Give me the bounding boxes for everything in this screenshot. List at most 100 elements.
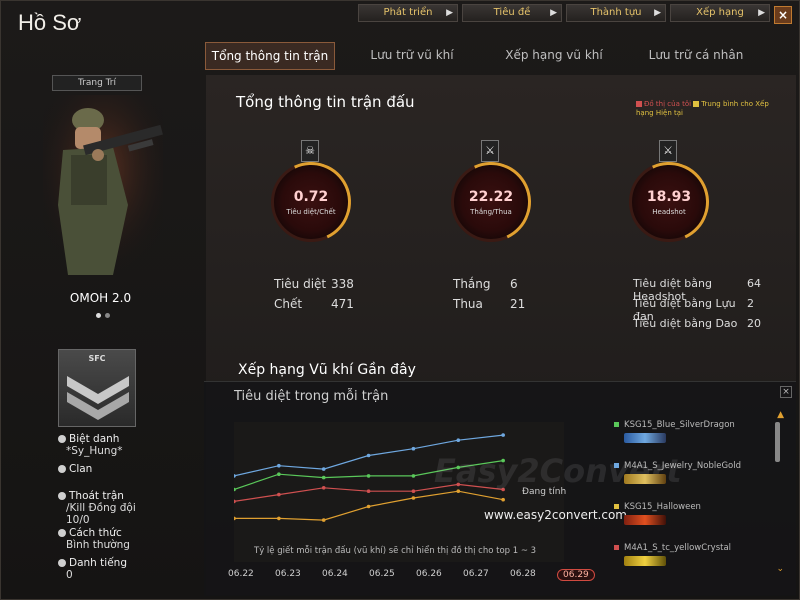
fame-block: Danh tiếng 0 — [58, 557, 127, 581]
crossed-swords-icon: ⚔ — [481, 140, 499, 162]
data-point — [321, 475, 326, 480]
headshot-value: 18.93 — [646, 189, 692, 205]
method-value: Bình thường — [66, 539, 130, 551]
series-swatch — [614, 504, 619, 509]
chart-title: Tiêu diệt trong mỗi trận — [234, 389, 389, 404]
data-point — [277, 492, 281, 497]
series-swatch — [614, 463, 619, 468]
grenade-kills-value: 2 — [747, 297, 754, 310]
wins-label: Thắng — [453, 277, 491, 291]
x-tick-label[interactable]: 06.25 — [369, 569, 395, 579]
data-point — [366, 504, 371, 509]
knife-kills-value: 20 — [747, 317, 761, 330]
legend: Đồ thị của tôi Trung bình cho Xếp hạng H… — [636, 100, 786, 118]
tab-personal-archive[interactable]: Lưu trữ cá nhân — [631, 42, 761, 70]
data-point — [411, 489, 416, 493]
weapon-ranking-title: Xếp hạng Vũ khí Gần đây — [238, 362, 416, 378]
close-button[interactable]: × — [774, 6, 792, 24]
top-button-ranking[interactable]: Xếp hạng ▶ — [670, 4, 770, 22]
tab-match-overview[interactable]: Tổng thông tin trận đấu — [205, 42, 335, 89]
data-point — [411, 474, 416, 478]
top-button-development[interactable]: Phát triển ▶ — [358, 4, 458, 22]
data-point — [321, 518, 326, 522]
panel-close-button[interactable]: × — [780, 386, 792, 398]
top-button-title[interactable]: Tiêu đề ▶ — [462, 4, 562, 22]
headshot-kills-label: Tiêu diệt bằng Headshot — [633, 277, 712, 303]
legend-avg-swatch — [693, 101, 700, 107]
x-tick-label[interactable]: 06.27 — [463, 569, 489, 579]
data-point — [411, 496, 416, 500]
legend-mine-swatch — [636, 101, 642, 107]
data-point — [234, 499, 236, 504]
clan-icon — [58, 465, 66, 473]
arrow-right-icon: ▶ — [654, 8, 661, 18]
win-loss-value: 22.22 — [468, 189, 514, 205]
weapon-item[interactable]: M4A1_S_Jewelry_NobleGold — [614, 461, 764, 502]
top-button-label: Phát triển — [383, 7, 433, 18]
escape-sub-label: /Kill Đồng đội — [66, 502, 136, 514]
top-nav: Phát triển ▶ Tiêu đề ▶ Thành tựu ▶ Xếp hạng… — [358, 4, 770, 22]
rank-badge: SFC — [58, 349, 136, 427]
headshot-kills-value: 64 — [747, 277, 761, 290]
x-tick-label[interactable]: 06.22 — [228, 569, 254, 579]
kd-ratio-value: 0.72 — [293, 189, 329, 205]
losses-value: 21 — [510, 297, 526, 311]
top-button-achievements[interactable]: Thành tựu ▶ — [566, 4, 666, 22]
chart-note: Tỷ lệ giết mỗi trận đấu (vũ khí) sẽ chỉ … — [254, 546, 537, 556]
gauge-circle: 22.22 Thắng/Thua — [439, 150, 543, 254]
scroll-up-icon[interactable]: ▲ — [777, 410, 784, 420]
gauge-circle: 0.72 Tiêu diệt/Chết — [259, 150, 363, 254]
data-point — [366, 474, 371, 478]
weapon-item[interactable]: KSG15_Halloween — [614, 502, 764, 543]
special-kill-stats: Tiêu diệt bằng Headshot 64 Tiêu diệt bằng… — [633, 277, 761, 337]
tab-weapon-archive[interactable]: Lưu trữ vũ khí — [347, 42, 477, 70]
series-swatch — [614, 545, 619, 550]
series-swatch — [614, 422, 619, 427]
gauge-circle: 18.93 Headshot — [617, 150, 721, 254]
carousel-dot[interactable] — [105, 313, 110, 318]
data-point — [277, 463, 281, 468]
escape-value: 10/0 — [66, 514, 90, 526]
win-loss-label: Thắng/Thua — [470, 208, 512, 216]
tab-weapon-ranking[interactable]: Xếp hạng vũ khí — [489, 42, 619, 70]
weapon-item[interactable]: M4A1_S_tc_yellowCrystal — [614, 543, 764, 584]
left-panel: Trang Trí OMOH 2.0 SFC Biệt danh *Sy_Hun… — [8, 70, 193, 595]
x-tick-label[interactable]: 06.28 — [510, 569, 536, 579]
nickname-label: Biệt danh — [69, 433, 120, 445]
carousel-dot[interactable] — [96, 313, 101, 318]
weapon-name: KSG15_Halloween — [624, 502, 701, 512]
losses-label: Thua — [453, 297, 483, 311]
decorate-button[interactable]: Trang Trí — [52, 75, 142, 91]
gear-icon — [58, 529, 66, 537]
wins-value: 6 — [510, 277, 518, 291]
tab-bar: Tổng thông tin trận đấu Lưu trữ vũ khí X… — [205, 42, 773, 89]
x-tick-label[interactable]: 06.23 — [275, 569, 301, 579]
data-point — [234, 516, 236, 521]
nickname-block: Biệt danh *Sy_Hung* — [58, 433, 123, 457]
escape-label: Thoát trận — [69, 490, 124, 502]
knife-icon: ⚔ — [659, 140, 677, 162]
x-tick-label[interactable]: 06.26 — [416, 569, 442, 579]
chevron-down-icon[interactable]: ⌄ — [776, 564, 784, 574]
x-tick-label[interactable]: 06.24 — [322, 569, 348, 579]
carousel-dots[interactable] — [96, 313, 110, 318]
method-label: Cách thức — [69, 527, 122, 539]
arrow-right-icon: ▶ — [446, 8, 453, 18]
scrollbar[interactable] — [775, 422, 780, 462]
win-stats: Thắng 6 Thua 21 — [453, 277, 525, 317]
grenade-kills-label: Tiêu diệt bằng Lựu đạn — [633, 297, 736, 323]
star-icon — [58, 559, 66, 567]
data-point — [456, 438, 461, 442]
skull-icon: ☠ — [301, 140, 319, 162]
weapon-item[interactable]: KSG15_Blue_SilverDragon — [614, 420, 764, 461]
deaths-value: 471 — [331, 297, 354, 311]
weapon-image — [624, 433, 666, 443]
weapon-image — [624, 515, 666, 525]
kills-label: Tiêu diệt — [274, 277, 327, 291]
chevron-rank-icon — [67, 376, 129, 420]
weapon-image — [624, 556, 666, 566]
kd-ratio-label: Tiêu diệt/Chết — [286, 208, 336, 216]
x-tick-label[interactable]: 06.29 — [557, 569, 595, 581]
soldier-avatar — [43, 95, 163, 280]
kills-value: 338 — [331, 277, 354, 291]
